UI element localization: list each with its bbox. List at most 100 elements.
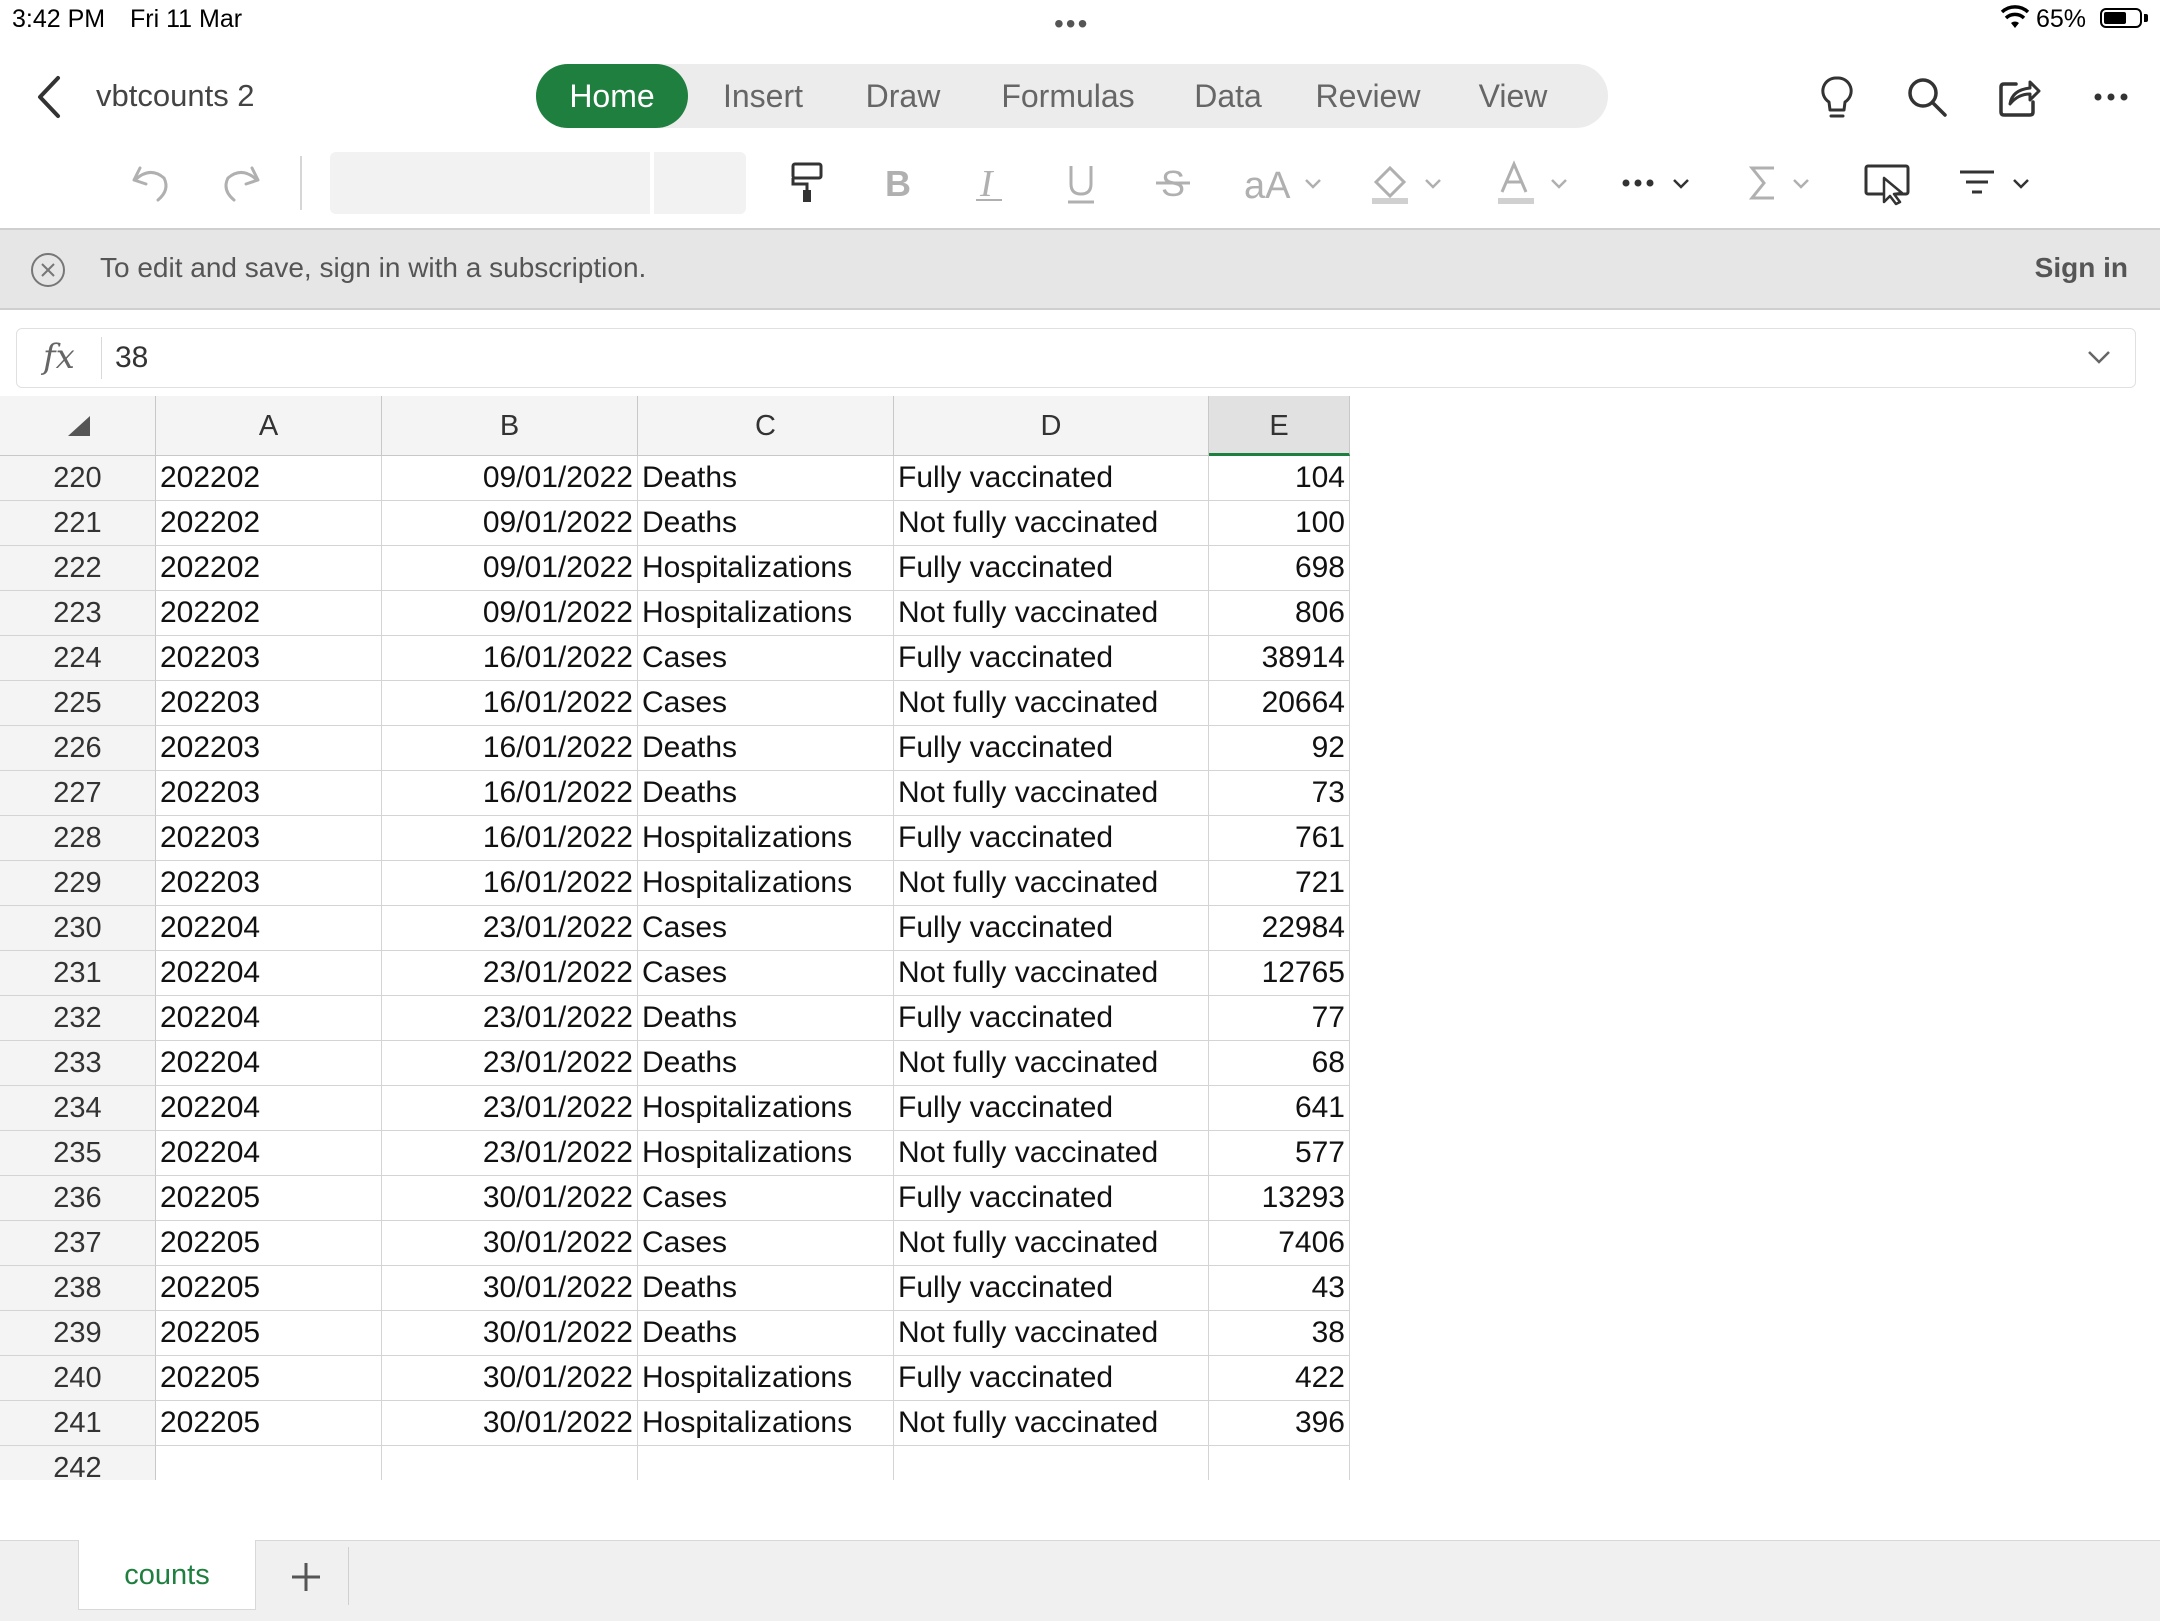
cell-d[interactable]: Fully vaccinated <box>894 906 1209 951</box>
more-options-icon[interactable] <box>2086 72 2136 122</box>
row-header[interactable]: 224 <box>0 636 156 681</box>
cell-e[interactable]: 641 <box>1209 1086 1350 1131</box>
cell-c[interactable]: Deaths <box>638 1311 894 1356</box>
cell-d[interactable]: Not fully vaccinated <box>894 1221 1209 1266</box>
cell-e[interactable]: 100 <box>1209 501 1350 546</box>
tab-formulas[interactable]: Formulas <box>968 64 1168 128</box>
cell-b[interactable]: 23/01/2022 <box>382 1086 638 1131</box>
row-header[interactable]: 221 <box>0 501 156 546</box>
cell-d[interactable]: Not fully vaccinated <box>894 861 1209 906</box>
cell-b[interactable]: 09/01/2022 <box>382 546 638 591</box>
row-header[interactable]: 236 <box>0 1176 156 1221</box>
row-header[interactable]: 222 <box>0 546 156 591</box>
cell-b[interactable]: 16/01/2022 <box>382 636 638 681</box>
multitasking-dots-icon[interactable]: ••• <box>1054 8 1089 40</box>
cell-d[interactable]: Fully vaccinated <box>894 816 1209 861</box>
tab-draw[interactable]: Draw <box>838 64 968 128</box>
row-header[interactable]: 229 <box>0 861 156 906</box>
cell-b[interactable] <box>382 1446 638 1480</box>
select-all-corner[interactable] <box>0 396 156 456</box>
row-header[interactable]: 226 <box>0 726 156 771</box>
cell-e[interactable]: 7406 <box>1209 1221 1350 1266</box>
cell-a[interactable]: 202205 <box>156 1311 382 1356</box>
document-title[interactable]: vbtcounts 2 <box>96 78 255 114</box>
cell-a[interactable]: 202203 <box>156 636 382 681</box>
row-header[interactable]: 231 <box>0 951 156 996</box>
font-size-icon[interactable]: aA <box>1240 158 1330 208</box>
cell-e[interactable]: 104 <box>1209 456 1350 501</box>
cell-b[interactable]: 16/01/2022 <box>382 726 638 771</box>
back-chevron-icon[interactable] <box>30 72 70 122</box>
row-header[interactable]: 235 <box>0 1131 156 1176</box>
row-header[interactable]: 225 <box>0 681 156 726</box>
cell-d[interactable] <box>894 1446 1209 1480</box>
cell-c[interactable]: Cases <box>638 906 894 951</box>
cell-b[interactable]: 16/01/2022 <box>382 861 638 906</box>
cell-e[interactable]: 577 <box>1209 1131 1350 1176</box>
cell-b[interactable]: 30/01/2022 <box>382 1401 638 1446</box>
row-header[interactable]: 238 <box>0 1266 156 1311</box>
cell-e[interactable]: 698 <box>1209 546 1350 591</box>
row-header[interactable]: 242 <box>0 1446 156 1480</box>
cell-b[interactable]: 23/01/2022 <box>382 996 638 1041</box>
column-header-c[interactable]: C <box>638 396 894 456</box>
cell-d[interactable]: Fully vaccinated <box>894 1266 1209 1311</box>
cell-b[interactable]: 23/01/2022 <box>382 951 638 996</box>
cell-d[interactable]: Not fully vaccinated <box>894 501 1209 546</box>
cell-a[interactable]: 202204 <box>156 1086 382 1131</box>
cell-a[interactable]: 202205 <box>156 1356 382 1401</box>
row-header[interactable]: 223 <box>0 591 156 636</box>
cell-b[interactable]: 16/01/2022 <box>382 681 638 726</box>
autosum-icon[interactable] <box>1744 158 1820 208</box>
font-color-icon[interactable] <box>1492 158 1576 208</box>
font-name-field[interactable] <box>330 152 650 214</box>
cell-c[interactable]: Hospitalizations <box>638 861 894 906</box>
cell-e[interactable]: 396 <box>1209 1401 1350 1446</box>
cell-b[interactable]: 16/01/2022 <box>382 816 638 861</box>
cell-d[interactable]: Not fully vaccinated <box>894 681 1209 726</box>
formula-bar[interactable]: fx 38 <box>16 328 2136 388</box>
cell-c[interactable]: Deaths <box>638 996 894 1041</box>
row-header[interactable]: 237 <box>0 1221 156 1266</box>
cell-a[interactable]: 202205 <box>156 1221 382 1266</box>
cell-d[interactable]: Not fully vaccinated <box>894 1041 1209 1086</box>
cell-c[interactable]: Deaths <box>638 501 894 546</box>
cell-b[interactable]: 30/01/2022 <box>382 1176 638 1221</box>
cell-c[interactable]: Deaths <box>638 1041 894 1086</box>
add-sheet-icon[interactable] <box>282 1553 330 1601</box>
underline-icon[interactable] <box>1056 158 1106 208</box>
cell-e[interactable]: 22984 <box>1209 906 1350 951</box>
cell-d[interactable]: Fully vaccinated <box>894 1176 1209 1221</box>
font-size-field[interactable] <box>654 152 746 214</box>
cell-b[interactable]: 30/01/2022 <box>382 1356 638 1401</box>
cell-e[interactable]: 68 <box>1209 1041 1350 1086</box>
cell-e[interactable]: 77 <box>1209 996 1350 1041</box>
format-painter-icon[interactable] <box>782 158 832 208</box>
cell-c[interactable]: Cases <box>638 636 894 681</box>
cell-a[interactable]: 202203 <box>156 816 382 861</box>
cell-c[interactable]: Deaths <box>638 726 894 771</box>
lightbulb-icon[interactable] <box>1812 72 1862 122</box>
cell-c[interactable]: Deaths <box>638 771 894 816</box>
cell-c[interactable]: Hospitalizations <box>638 1401 894 1446</box>
row-header[interactable]: 240 <box>0 1356 156 1401</box>
sheet-tab-counts[interactable]: counts <box>78 1540 256 1610</box>
cell-d[interactable]: Not fully vaccinated <box>894 1311 1209 1356</box>
tab-view[interactable]: View <box>1448 64 1578 128</box>
cell-a[interactable]: 202205 <box>156 1401 382 1446</box>
cell-c[interactable] <box>638 1446 894 1480</box>
more-icon[interactable] <box>1620 158 1696 208</box>
cell-e[interactable]: 761 <box>1209 816 1350 861</box>
cell-e[interactable] <box>1209 1446 1350 1480</box>
cell-c[interactable]: Cases <box>638 1221 894 1266</box>
bold-icon[interactable]: B <box>872 158 922 208</box>
cell-a[interactable]: 202204 <box>156 1131 382 1176</box>
cell-b[interactable]: 30/01/2022 <box>382 1221 638 1266</box>
row-header[interactable]: 228 <box>0 816 156 861</box>
cell-b[interactable]: 30/01/2022 <box>382 1311 638 1356</box>
cell-a[interactable]: 202203 <box>156 726 382 771</box>
row-header[interactable]: 241 <box>0 1401 156 1446</box>
redo-icon[interactable] <box>216 158 266 208</box>
cell-b[interactable]: 23/01/2022 <box>382 906 638 951</box>
cell-a[interactable]: 202202 <box>156 591 382 636</box>
